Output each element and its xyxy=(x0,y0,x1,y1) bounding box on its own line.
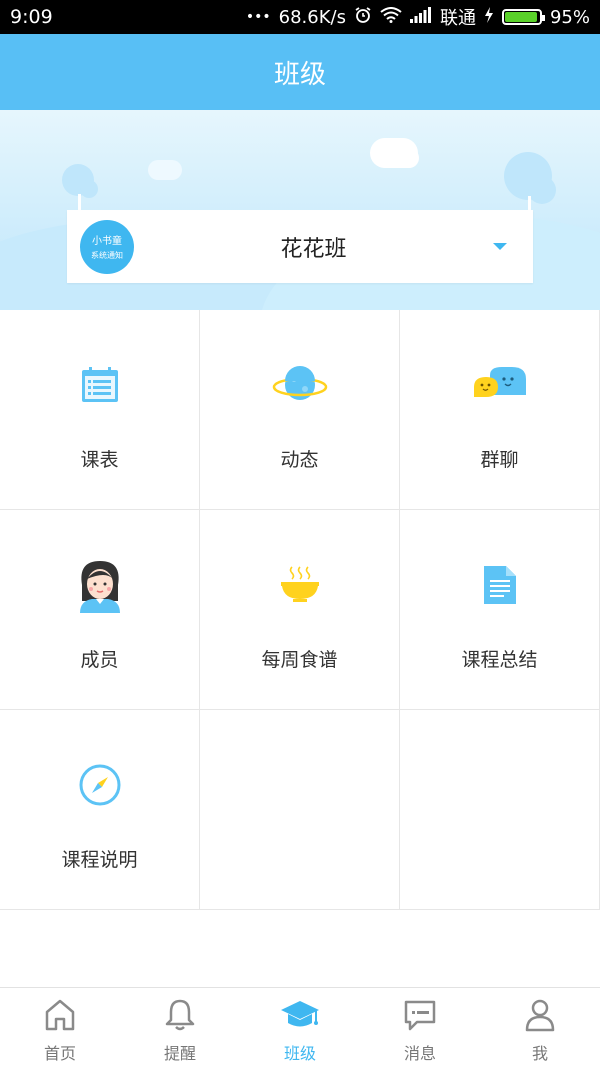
tab-label: 消息 xyxy=(403,1044,436,1063)
charging-icon xyxy=(484,6,494,28)
tab-class[interactable]: 班级 xyxy=(240,988,360,1067)
class-name: 花花班 xyxy=(280,236,347,262)
battery-percent: 95% xyxy=(549,6,590,28)
planet-icon xyxy=(270,355,330,415)
tab-reminders[interactable]: 提醒 xyxy=(120,988,240,1067)
tab-label: 我 xyxy=(531,1044,548,1063)
tab-label: 首页 xyxy=(43,1044,76,1063)
feature-label: 成员 xyxy=(80,649,119,671)
tab-label: 提醒 xyxy=(163,1044,196,1063)
banner-cloud-2 xyxy=(148,160,182,180)
status-bar: 9:09 ••• 68.6K/s 联通 95% xyxy=(0,0,600,34)
feature-course-description[interactable]: 课程说明 xyxy=(0,710,200,910)
document-icon xyxy=(470,555,530,615)
girl-avatar-icon xyxy=(70,555,130,615)
logo-title: 小书童 xyxy=(92,236,122,247)
bottom-tab-bar: 首页 提醒 班级 消息 我 xyxy=(0,987,600,1067)
signal-icon xyxy=(409,6,432,28)
feature-label: 课程说明 xyxy=(61,849,138,871)
calendar-icon xyxy=(70,355,130,415)
feature-weekly-menu[interactable]: 每周食谱 xyxy=(200,510,400,710)
more-dots-icon: ••• xyxy=(245,9,271,25)
tab-home[interactable]: 首页 xyxy=(0,988,120,1067)
grid-empty-cell xyxy=(200,710,400,910)
tab-label: 班级 xyxy=(283,1044,316,1063)
bell-icon xyxy=(164,998,196,1036)
message-icon xyxy=(403,998,437,1036)
chat-bubbles-icon xyxy=(470,355,530,415)
tab-messages[interactable]: 消息 xyxy=(360,988,480,1067)
feature-course-summary[interactable]: 课程总结 xyxy=(400,510,600,710)
feature-label: 群聊 xyxy=(480,449,519,471)
logo-subtitle: 系统通知 xyxy=(91,251,123,260)
banner-tree-left-small xyxy=(80,180,98,198)
home-icon xyxy=(44,998,76,1036)
battery-level xyxy=(504,12,538,22)
noodle-bowl-icon xyxy=(270,555,330,615)
feature-members[interactable]: 成员 xyxy=(0,510,200,710)
feature-label: 课表 xyxy=(80,449,119,471)
grid-empty-cell xyxy=(400,710,600,910)
tab-me[interactable]: 我 xyxy=(480,988,600,1067)
user-icon xyxy=(524,998,556,1036)
wifi-icon xyxy=(380,6,402,28)
graduation-cap-icon xyxy=(279,998,321,1036)
page-header: 班级 xyxy=(0,34,600,110)
banner-cloud-1b xyxy=(395,148,419,168)
dropdown-caret-icon[interactable] xyxy=(493,243,507,250)
compass-icon xyxy=(70,755,130,815)
feature-moments[interactable]: 动态 xyxy=(200,310,400,510)
network-speed: 68.6K/s xyxy=(278,6,346,28)
feature-label: 每周食谱 xyxy=(261,649,338,671)
status-right: ••• 68.6K/s 联通 95% xyxy=(246,4,590,30)
feature-schedule[interactable]: 课表 xyxy=(0,310,200,510)
feature-label: 课程总结 xyxy=(461,649,538,671)
page-title: 班级 xyxy=(273,59,326,90)
banner-tree-right-small xyxy=(528,176,556,204)
alarm-icon xyxy=(354,6,372,29)
feature-grid: 课表 动态 群聊 成员 每周食谱 课程总结 课程说明 xyxy=(0,310,600,912)
school-logo: 小书童 系统通知 xyxy=(80,219,134,274)
feature-label: 动态 xyxy=(280,449,319,471)
feature-group-chat[interactable]: 群聊 xyxy=(400,310,600,510)
class-selector[interactable]: 小书童 系统通知 花花班 xyxy=(67,210,533,283)
carrier-name: 联通 xyxy=(439,8,476,29)
battery-icon xyxy=(501,9,545,25)
status-time: 9:09 xyxy=(10,6,53,28)
